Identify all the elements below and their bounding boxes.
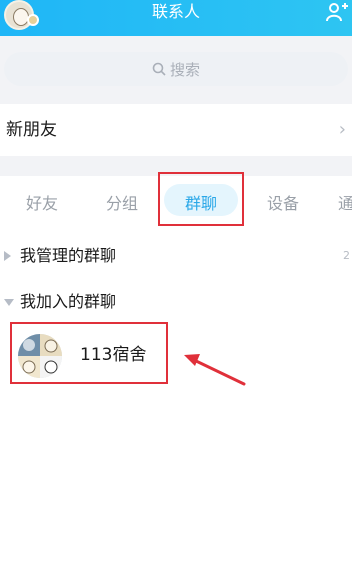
collapsed-arrow-icon [4, 251, 11, 261]
group-label: 我管理的群聊 [20, 246, 117, 265]
tab-contacts-partial[interactable]: 通 [338, 190, 352, 218]
chevron-right-icon: › [338, 119, 346, 140]
expanded-arrow-icon [4, 299, 14, 306]
search-placeholder: 搜索 [169, 60, 200, 79]
new-friends-row[interactable]: 新朋友 › [0, 104, 352, 156]
arrow-icon [184, 354, 246, 386]
search-input[interactable]: 搜索 [4, 52, 348, 86]
add-contact-icon[interactable] [326, 2, 348, 22]
tab-groups[interactable]: 分组 [100, 190, 144, 218]
group-count: 2 [343, 249, 350, 262]
group-label: 我加入的群聊 [20, 292, 117, 311]
annotation-box-row [10, 322, 168, 384]
group-joined[interactable]: 我加入的群聊 [0, 282, 352, 322]
group-managed[interactable]: 我管理的群聊 2 [0, 236, 352, 276]
tab-friends[interactable]: 好友 [20, 190, 64, 218]
tab-devices[interactable]: 设备 [261, 190, 305, 218]
page-title: 联系人 [151, 2, 200, 21]
top-bar: 联系人 [0, 0, 352, 36]
search-icon [152, 62, 166, 76]
new-friends-label: 新朋友 [6, 120, 57, 140]
annotation-box-tab [158, 172, 244, 226]
